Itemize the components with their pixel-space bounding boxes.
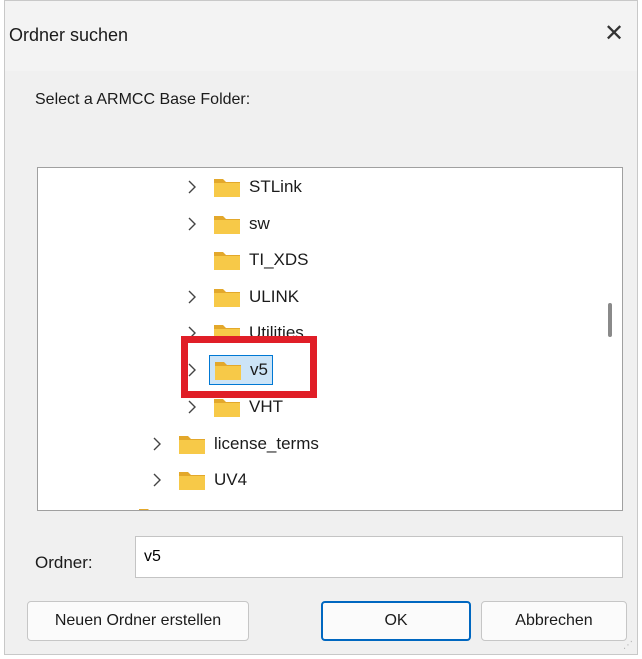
tree-item-label: Utilities [249,323,304,342]
folder-tree[interactable]: STLink sw TI_XDS ULINK Utilities v5 VHT … [37,167,623,511]
folder-icon [213,286,241,308]
tree-item-v5[interactable]: v5 [183,353,273,387]
folder-icon [214,359,242,381]
folder-icon [138,506,166,510]
tree-item-label: UV4 [214,470,248,489]
folder-icon [213,213,241,235]
tree-item-label: v5 [250,360,268,379]
folder-input[interactable] [135,536,623,578]
chevron-right-icon[interactable] [183,398,201,416]
chevron-right-icon[interactable] [148,471,166,489]
folder-icon [178,433,206,455]
folder-icon [213,176,241,198]
tree-item-stlink[interactable]: STLink [183,170,302,204]
chevron-right-icon[interactable] [183,361,201,379]
tree-item-label: sw [249,214,270,233]
chevron-right-icon[interactable] [183,324,201,342]
cancel-button[interactable]: Abbrechen [481,601,627,641]
folder-icon [213,322,241,344]
tree-item-sw[interactable]: sw [183,207,270,241]
folder-icon [178,469,206,491]
selected-item-highlight[interactable]: v5 [209,355,273,385]
tree-item-label: VHT [249,397,283,416]
tree-item-ti-xds[interactable]: TI_XDS [183,243,309,277]
tree-item-partial [138,500,174,510]
browse-folder-dialog: Ordner suchen ✕ Select a ARMCC Base Fold… [4,0,638,655]
tree-item-label: ULINK [249,287,300,306]
tree-item-uv4[interactable]: UV4 [148,463,247,497]
folder-icon [213,396,241,418]
tree-item-label: license_terms [214,434,319,453]
folder-icon [213,249,241,271]
scrollbar-thumb[interactable] [608,303,612,337]
new-folder-button[interactable]: Neuen Ordner erstellen [27,601,249,641]
tree-item-label: STLink [249,177,302,196]
tree-item-license-terms[interactable]: license_terms [148,427,319,461]
tree-item-vht[interactable]: VHT [183,390,283,424]
dialog-title: Ordner suchen [9,25,129,45]
tree-item-ulink[interactable]: ULINK [183,280,299,314]
folder-field-label: Ordner: [35,553,93,572]
resize-grip-icon[interactable]: ⋰ [623,640,633,651]
title-bar[interactable]: Ordner suchen ✕ [5,1,637,71]
instruction-text: Select a ARMCC Base Folder: [35,91,251,108]
close-icon[interactable]: ✕ [599,19,629,49]
chevron-right-icon[interactable] [183,215,201,233]
chevron-right-icon[interactable] [148,435,166,453]
ok-button[interactable]: OK [321,601,471,641]
chevron-right-icon[interactable] [183,178,201,196]
tree-item-utilities[interactable]: Utilities [183,316,304,350]
chevron-right-icon[interactable] [183,288,201,306]
tree-item-label: TI_XDS [249,250,309,269]
